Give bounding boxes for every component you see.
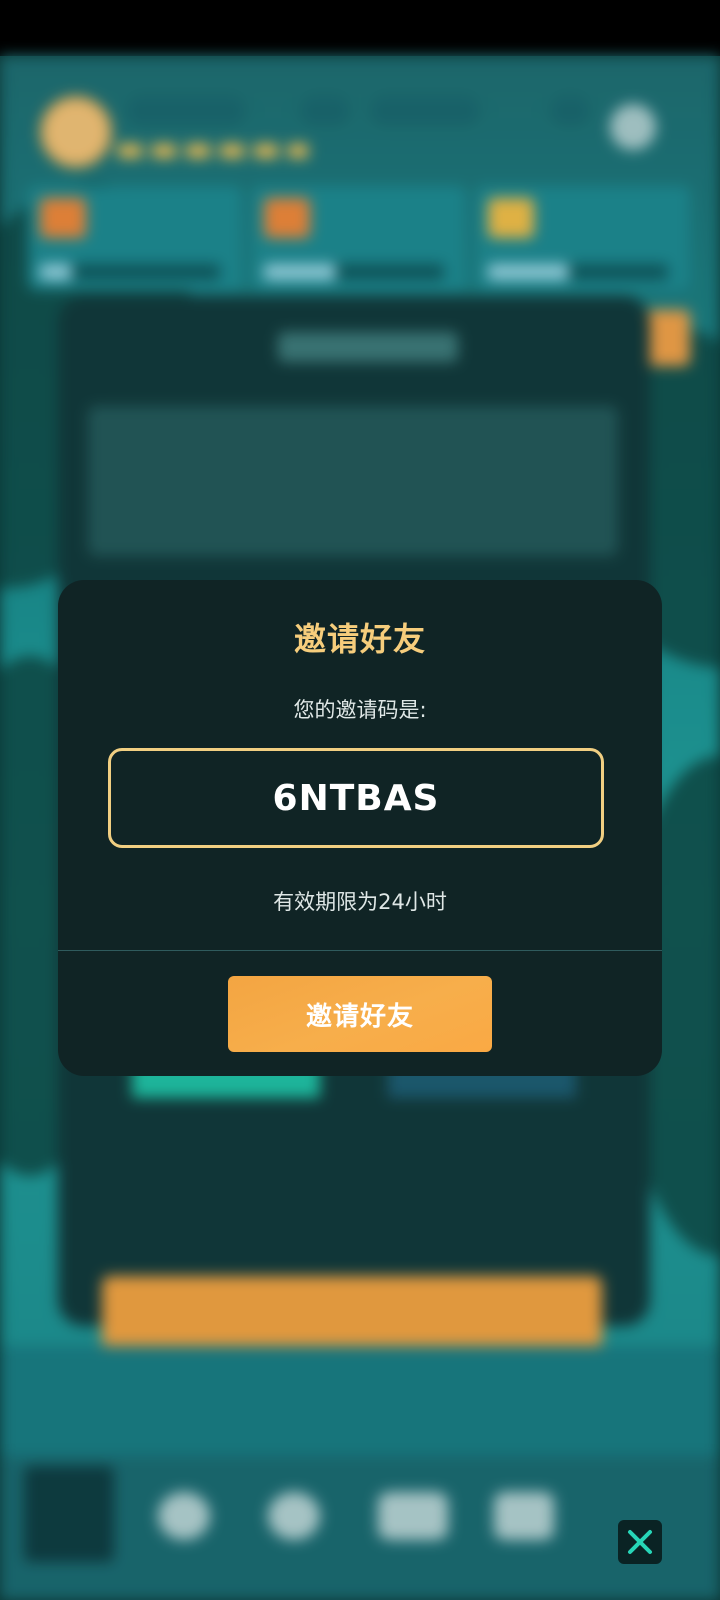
invite-modal: 邀请好友 您的邀请码是: 6NTBAS 有效期限为24小时 邀请好友 <box>58 580 662 1076</box>
expiry-text: 有效期限为24小时 <box>273 890 447 914</box>
invite-code-box[interactable]: 6NTBAS <box>108 748 604 848</box>
close-button[interactable] <box>618 1520 662 1564</box>
divider <box>58 950 662 951</box>
modal-title: 邀请好友 <box>293 620 426 658</box>
invite-code-label: 您的邀请码是: <box>293 698 427 722</box>
invite-code: 6NTBAS <box>272 777 440 819</box>
close-icon <box>628 1530 652 1554</box>
status-bar-area <box>0 0 720 56</box>
invite-friends-button[interactable]: 邀请好友 <box>228 976 492 1052</box>
